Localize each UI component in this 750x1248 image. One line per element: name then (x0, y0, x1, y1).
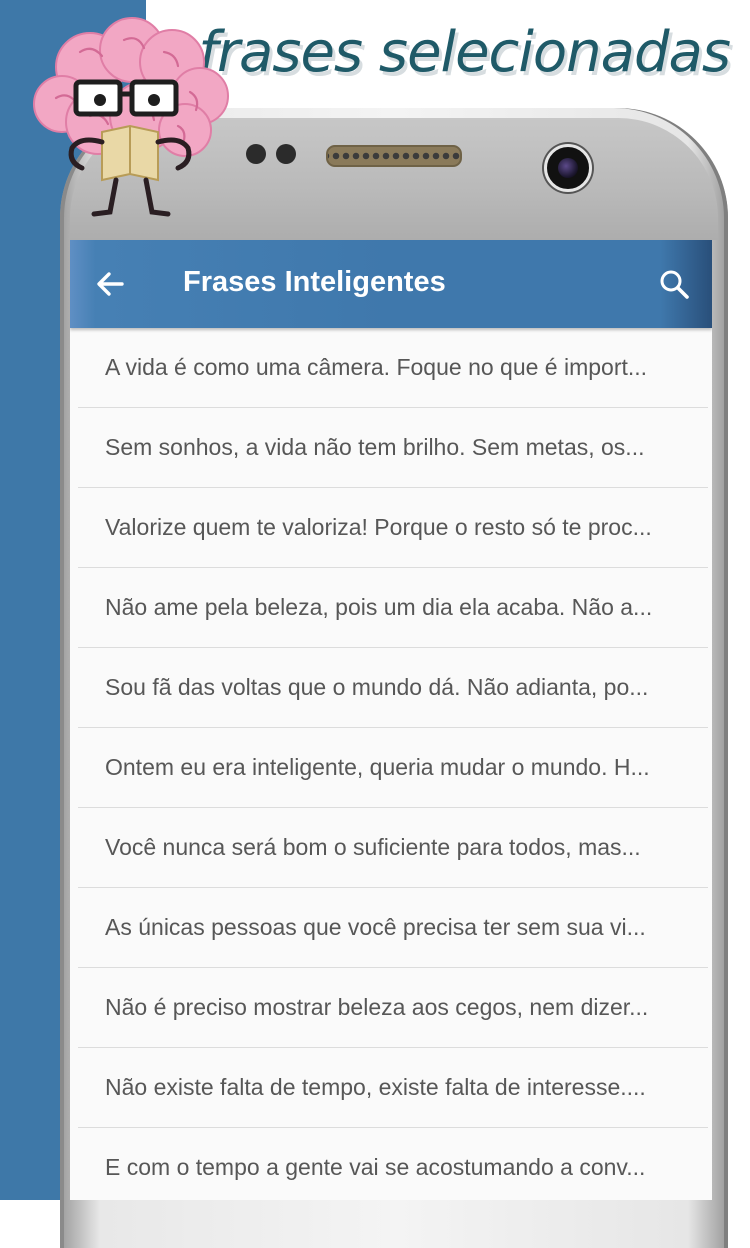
phrase-text: Não ame pela beleza, pois um dia ela aca… (105, 594, 653, 620)
list-item[interactable]: Sou fã das voltas que o mundo dá. Não ad… (78, 648, 708, 728)
phrase-text: Não existe falta de tempo, existe falta … (105, 1074, 646, 1100)
phrase-text: Você nunca será bom o suficiente para to… (105, 834, 641, 860)
app-title: Frases Inteligentes (183, 266, 446, 298)
phone-screen: Frases Inteligentes A vida é como uma câ… (70, 240, 712, 1200)
phrase-text: Não é preciso mostrar beleza aos cegos, … (105, 994, 649, 1020)
phrase-list: A vida é como uma câmera. Foque no que é… (78, 328, 708, 1200)
list-item[interactable]: Valorize quem te valoriza! Porque o rest… (78, 488, 708, 568)
list-item[interactable]: Ontem eu era inteligente, queria mudar o… (78, 728, 708, 808)
phrase-text: A vida é como uma câmera. Foque no que é… (105, 354, 648, 380)
list-item[interactable]: Sem sonhos, a vida não tem brilho. Sem m… (78, 408, 708, 488)
list-item[interactable]: Não é preciso mostrar beleza aos cegos, … (78, 968, 708, 1048)
phrase-text: Valorize quem te valoriza! Porque o rest… (105, 514, 652, 540)
list-item[interactable]: As únicas pessoas que você precisa ter s… (78, 888, 708, 968)
arrow-left-icon (97, 272, 124, 296)
proximity-sensor-icon (246, 144, 266, 164)
list-item[interactable]: Você nunca será bom o suficiente para to… (78, 808, 708, 888)
front-camera-icon (544, 144, 592, 192)
promo-headline: frases selecionadas (198, 20, 731, 85)
search-button[interactable] (658, 268, 692, 302)
phrase-text: Sem sonhos, a vida não tem brilho. Sem m… (105, 434, 645, 460)
phrase-text: Ontem eu era inteligente, queria mudar o… (105, 754, 650, 780)
back-button[interactable] (92, 264, 136, 304)
earpiece-speaker-icon (326, 145, 462, 167)
phrase-text: Sou fã das voltas que o mundo dá. Não ad… (105, 674, 649, 700)
search-icon (660, 270, 689, 299)
app-bar: Frases Inteligentes (70, 240, 712, 328)
list-item[interactable]: E com o tempo a gente vai se acostumando… (78, 1128, 708, 1200)
list-item[interactable]: Não existe falta de tempo, existe falta … (78, 1048, 708, 1128)
phrase-text: E com o tempo a gente vai se acostumando… (105, 1154, 646, 1180)
list-item[interactable]: A vida é como uma câmera. Foque no que é… (78, 328, 708, 408)
list-item[interactable]: Não ame pela beleza, pois um dia ela aca… (78, 568, 708, 648)
brain-mascot-icon (33, 17, 229, 217)
light-sensor-icon (276, 144, 296, 164)
phrase-text: As únicas pessoas que você precisa ter s… (105, 914, 646, 940)
